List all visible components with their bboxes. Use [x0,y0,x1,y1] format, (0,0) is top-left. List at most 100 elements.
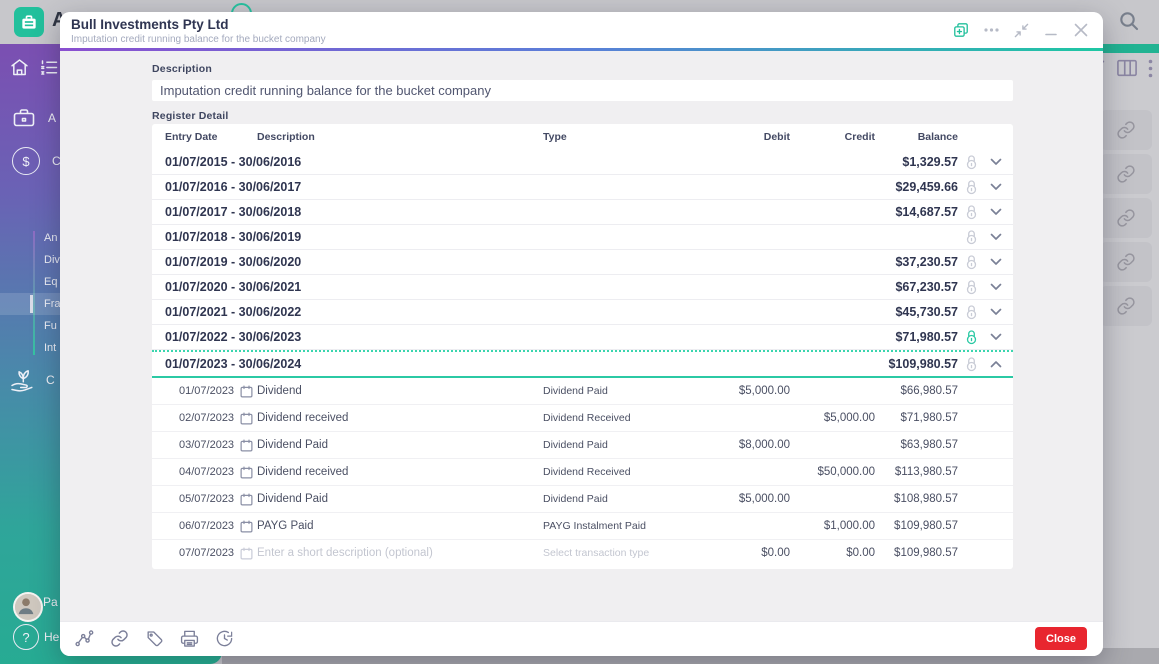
ellipsis-icon[interactable] [984,28,999,32]
hand-plant-icon[interactable] [8,366,38,394]
description-field[interactable]: Enter a short description (optional) [257,547,543,559]
briefcase-icon[interactable] [12,106,36,130]
credit-field[interactable]: $0.00 [790,547,875,559]
year-period-row[interactable]: 01/07/2021 - 30/06/2022 $45,730.57 [152,300,1013,325]
credit-field[interactable]: $5,000.00 [790,412,875,424]
lock-icon[interactable] [965,329,978,345]
link-icon[interactable] [110,629,129,648]
description-field[interactable]: Dividend Paid [257,439,543,451]
debit-field[interactable]: $0.00 [693,547,790,559]
attachment-link-icon[interactable] [1100,154,1152,194]
chevron-toggle[interactable] [990,283,1002,291]
lock-icon[interactable] [965,356,978,372]
attachment-link-icon[interactable] [1100,286,1152,326]
description-input[interactable] [152,80,1013,101]
calendar-icon[interactable] [240,547,253,560]
home-icon[interactable] [9,57,30,78]
lock-icon[interactable] [965,179,978,195]
description-field[interactable]: Dividend Paid [257,493,543,505]
debit-field[interactable]: $5,000.00 [693,385,790,397]
credit-field[interactable]: $50,000.00 [790,466,875,478]
year-period-row[interactable]: 01/07/2022 - 30/06/2023 $71,980.57 [152,325,1013,350]
year-period-row[interactable]: 01/07/2018 - 30/06/2019 [152,225,1013,250]
sidebar-subnav-item[interactable]: An [0,227,60,249]
chevron-toggle[interactable] [990,308,1002,316]
year-period-row[interactable]: 01/07/2019 - 30/06/2020 $37,230.57 [152,250,1013,275]
chevron-toggle[interactable] [990,183,1002,191]
activity-icon[interactable] [74,629,94,648]
type-select[interactable]: PAYG Instalment Paid [543,520,693,532]
chevron-toggle[interactable] [990,333,1002,341]
description-field[interactable]: Dividend [257,385,543,397]
sidebar-section-workpapers-label[interactable]: A [48,111,56,125]
lock-icon[interactable] [965,254,978,270]
calendar-icon[interactable] [240,439,253,452]
help-icon[interactable]: ? [13,624,39,650]
calendar-icon[interactable] [240,385,253,398]
year-period-row[interactable]: 01/07/2017 - 30/06/2018 $14,687.57 [152,200,1013,225]
sidebar-section-bottom-label[interactable]: C [46,373,55,387]
dollar-circle-icon[interactable]: $ [12,147,40,175]
avatar[interactable] [13,592,43,622]
description-field[interactable]: Dividend received [257,412,543,424]
entry-date-field[interactable]: 03/07/2023 [179,439,234,451]
entry-date-field[interactable]: 04/07/2023 [179,466,234,478]
lock-icon[interactable] [965,279,978,295]
kebab-menu-icon[interactable] [1148,59,1153,78]
print-icon[interactable] [180,629,199,648]
attachment-link-icon[interactable] [1100,198,1152,238]
close-button[interactable]: Close [1035,627,1087,650]
calendar-icon[interactable] [240,493,253,506]
sidebar-subnav-item[interactable]: Div [0,249,60,271]
attachment-link-icon[interactable] [1100,110,1152,150]
debit-field[interactable]: $8,000.00 [693,439,790,451]
chevron-toggle[interactable] [990,208,1002,216]
numbered-list-icon[interactable] [39,57,60,78]
description-field[interactable]: PAYG Paid [257,520,543,532]
search-icon[interactable] [1117,9,1141,33]
type-select[interactable]: Dividend Received [543,466,693,478]
calendar-icon[interactable] [240,520,253,533]
minimize-icon[interactable] [1044,23,1058,37]
credit-field[interactable]: $1,000.00 [790,520,875,532]
type-select[interactable]: Dividend Paid [543,493,693,505]
sidebar-subnav-item[interactable]: Fu [0,315,60,337]
lock-icon[interactable] [965,229,978,245]
sidebar-subnav-item[interactable]: Fra [0,293,60,315]
history-icon[interactable] [215,629,234,648]
year-period-row[interactable]: 01/07/2023 - 30/06/2024 $109,980.57 [152,350,1013,378]
chevron-toggle[interactable] [990,258,1002,266]
entry-date-field[interactable]: 01/07/2023 [179,385,234,397]
year-period-row[interactable]: 01/07/2020 - 30/06/2021 $67,230.57 [152,275,1013,300]
briefcase-logo-icon[interactable] [14,7,44,37]
sidebar-user-label[interactable]: Pa [43,595,58,609]
type-select[interactable]: Dividend Paid [543,439,693,451]
tag-icon[interactable] [145,629,164,648]
lock-icon[interactable] [965,204,978,220]
sidebar-help-label[interactable]: He [44,630,59,644]
chevron-toggle[interactable] [990,158,1002,166]
type-select[interactable]: Select transaction type [543,547,693,559]
chevron-toggle[interactable] [990,360,1002,368]
entry-date-field[interactable]: 07/07/2023 [179,547,234,559]
debit-field[interactable]: $5,000.00 [693,493,790,505]
close-icon[interactable] [1073,22,1089,38]
sidebar-subnav-item[interactable]: Int [0,337,60,359]
entry-date-field[interactable]: 05/07/2023 [179,493,234,505]
year-period-row[interactable]: 01/07/2015 - 30/06/2016 $1,329.57 [152,150,1013,175]
sidebar-subnav-item[interactable]: Eq [0,271,60,293]
copy-plus-icon[interactable] [953,22,969,38]
collapse-icon[interactable] [1014,23,1029,38]
lock-icon[interactable] [965,154,978,170]
lock-icon[interactable] [965,304,978,320]
description-field[interactable]: Dividend received [257,466,543,478]
calendar-icon[interactable] [240,412,253,425]
attachment-link-icon[interactable] [1100,242,1152,282]
calendar-icon[interactable] [240,466,253,479]
chevron-toggle[interactable] [990,233,1002,241]
type-select[interactable]: Dividend Received [543,412,693,424]
entry-date-field[interactable]: 06/07/2023 [179,520,234,532]
columns-icon[interactable] [1116,58,1138,78]
year-period-row[interactable]: 01/07/2016 - 30/06/2017 $29,459.66 [152,175,1013,200]
entry-date-field[interactable]: 02/07/2023 [179,412,234,424]
